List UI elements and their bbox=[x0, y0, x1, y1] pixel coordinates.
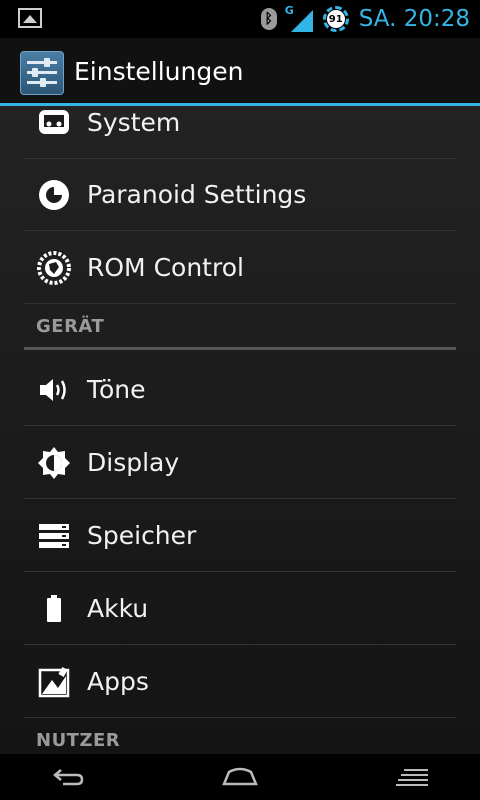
settings-item-label: System bbox=[87, 108, 181, 137]
battery-level: 91 bbox=[326, 10, 345, 28]
action-bar: Einstellungen bbox=[0, 38, 480, 106]
home-button[interactable] bbox=[210, 762, 270, 792]
recent-apps-button[interactable] bbox=[382, 762, 442, 792]
settings-app-icon[interactable] bbox=[20, 51, 64, 95]
section-header-label: GERÄT bbox=[36, 316, 105, 337]
apps-icon bbox=[36, 664, 72, 700]
system-icon bbox=[36, 106, 72, 141]
battery-status-icon: 91 bbox=[322, 6, 349, 32]
paranoid-icon bbox=[36, 177, 72, 213]
status-bar: ᛒ G 91 SA. 20:28 bbox=[0, 0, 480, 38]
bluetooth-icon: ᛒ bbox=[260, 8, 277, 30]
settings-item-display[interactable]: Display bbox=[24, 427, 456, 499]
recent-apps-icon bbox=[396, 769, 428, 786]
page-title: Einstellungen bbox=[74, 57, 244, 86]
battery-icon bbox=[36, 591, 72, 627]
settings-item-label: Akku bbox=[87, 594, 149, 623]
home-icon bbox=[222, 767, 258, 786]
section-header-nutzer: NUTZER bbox=[24, 724, 456, 754]
status-icons: ᛒ G 91 SA. 20:28 bbox=[260, 0, 470, 38]
settings-list[interactable]: System Paranoid Settings ROM Control GER… bbox=[0, 106, 480, 754]
brightness-icon bbox=[36, 445, 72, 481]
signal-icon: G bbox=[285, 4, 313, 32]
back-button[interactable] bbox=[38, 762, 98, 792]
clock: SA. 20:28 bbox=[358, 6, 470, 32]
settings-item-label: Apps bbox=[87, 667, 149, 696]
settings-item-toene[interactable]: Töne bbox=[24, 354, 456, 426]
settings-item-system[interactable]: System bbox=[24, 106, 456, 159]
settings-item-akku[interactable]: Akku bbox=[24, 573, 456, 645]
settings-item-label: ROM Control bbox=[87, 253, 244, 282]
settings-item-rom-control[interactable]: ROM Control bbox=[24, 232, 456, 304]
settings-item-label: Display bbox=[87, 448, 180, 477]
settings-item-label: Speicher bbox=[87, 521, 197, 550]
settings-item-label: Töne bbox=[87, 375, 146, 404]
section-header-geraet: GERÄT bbox=[24, 310, 456, 350]
settings-item-label: Paranoid Settings bbox=[87, 180, 307, 209]
image-notification-icon bbox=[18, 8, 42, 28]
settings-item-apps[interactable]: Apps bbox=[24, 646, 456, 718]
navigation-bar bbox=[0, 754, 480, 800]
speaker-icon bbox=[36, 372, 72, 408]
section-header-label: NUTZER bbox=[36, 730, 121, 751]
settings-item-speicher[interactable]: Speicher bbox=[24, 500, 456, 572]
storage-icon bbox=[36, 518, 72, 554]
back-icon bbox=[53, 769, 84, 786]
settings-item-paranoid[interactable]: Paranoid Settings bbox=[24, 159, 456, 231]
rom-control-icon bbox=[36, 250, 72, 286]
